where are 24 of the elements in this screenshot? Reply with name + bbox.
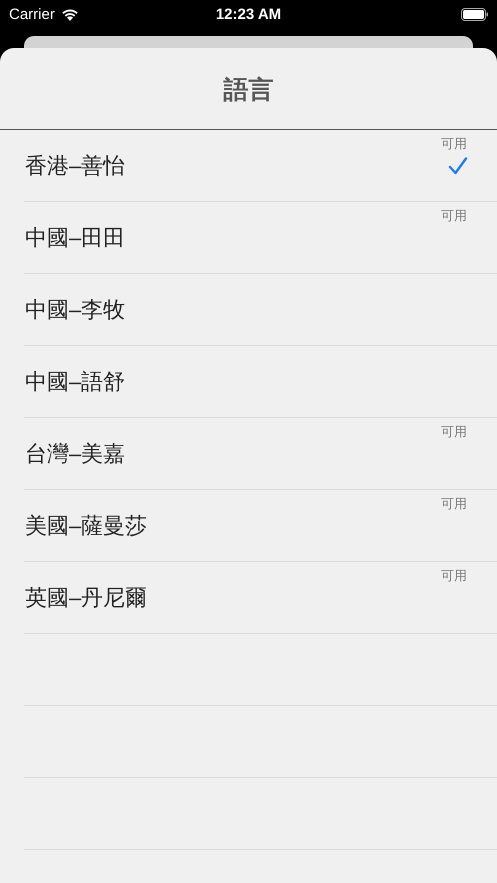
voice-name: 台灣–美嘉 xyxy=(24,440,126,468)
clock-time: 12:23 AM xyxy=(216,6,282,22)
voice-row[interactable]: 中國–李牧 xyxy=(24,274,497,346)
voice-name: 香港–善怡 xyxy=(24,152,126,180)
availability-label: 可用 xyxy=(441,495,467,513)
voice-name: 中國–語舒 xyxy=(24,368,126,396)
carrier-label: Carrier xyxy=(9,6,55,22)
voice-row[interactable]: 英國–丹尼爾 可用 xyxy=(24,562,497,634)
voice-row[interactable]: 美國–薩曼莎 可用 xyxy=(24,490,497,562)
availability-label: 可用 xyxy=(441,567,467,585)
voice-name: 中國–李牧 xyxy=(24,296,126,324)
sheet-title: 語言 xyxy=(224,75,274,106)
wifi-icon xyxy=(60,8,79,20)
voice-name: 中國–田田 xyxy=(24,224,126,252)
availability-label: 可用 xyxy=(441,135,467,153)
voice-row[interactable]: 中國–田田 可用 xyxy=(24,202,497,274)
voice-name: 美國–薩曼莎 xyxy=(24,512,148,540)
voice-row[interactable]: 台灣–美嘉 可用 xyxy=(24,418,497,490)
availability-label: 可用 xyxy=(441,423,467,441)
voice-row[interactable]: 香港–善怡 可用 xyxy=(24,130,497,202)
voice-name: 英國–丹尼爾 xyxy=(24,584,148,612)
voice-row[interactable]: 中國–語舒 xyxy=(24,346,497,418)
battery-icon xyxy=(461,8,489,20)
availability-label: 可用 xyxy=(441,207,467,225)
